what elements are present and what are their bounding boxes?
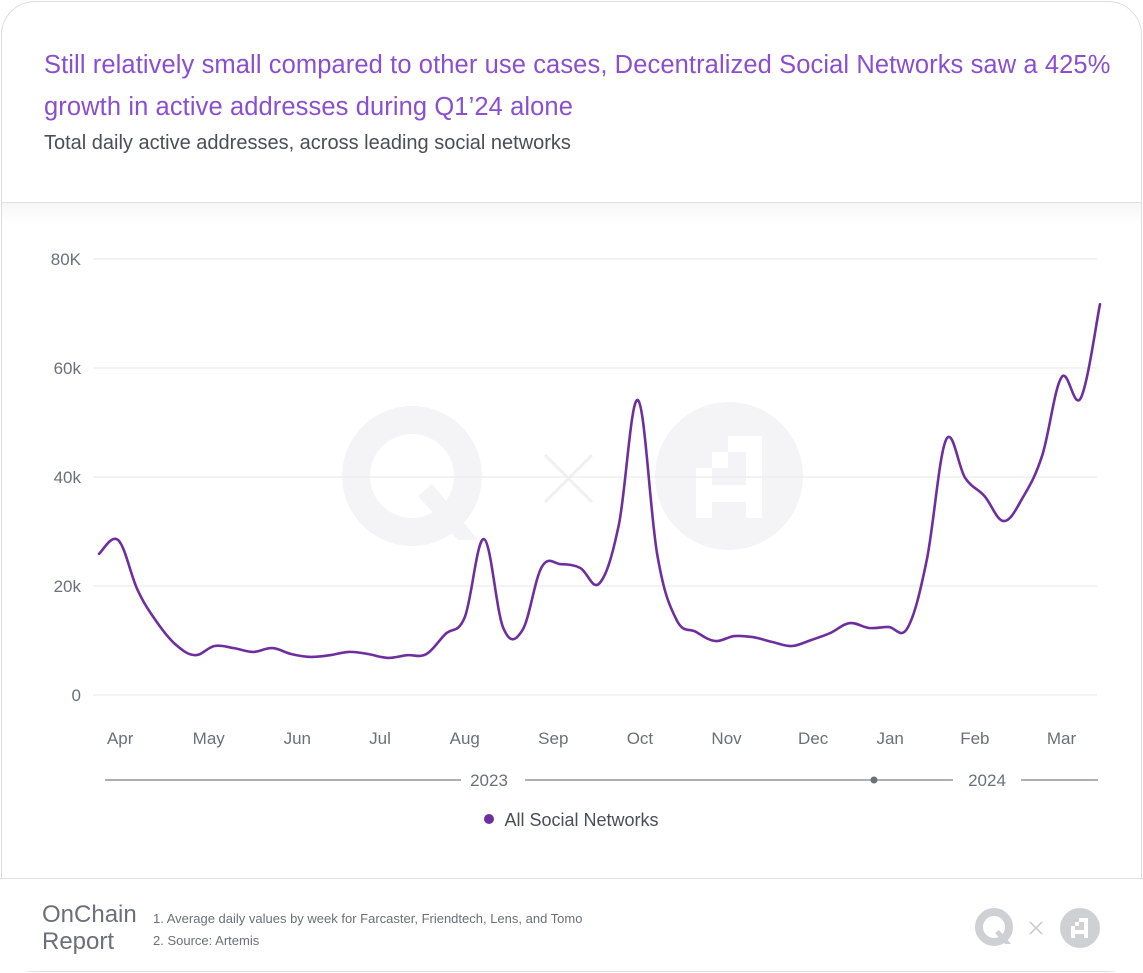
data-point[interactable] (767, 636, 779, 648)
data-point[interactable] (266, 642, 278, 654)
data-point[interactable] (805, 634, 817, 646)
data-point[interactable] (132, 584, 144, 596)
y-axis: 0 20k 40k 60k 80K (51, 250, 82, 705)
data-point[interactable] (651, 549, 663, 561)
data-point[interactable] (497, 622, 509, 634)
legend-label: All Social Networks (504, 810, 659, 830)
y-tick-label: 60k (54, 359, 82, 378)
y-tick-label: 20k (54, 577, 82, 596)
data-point[interactable] (844, 617, 856, 629)
data-point[interactable] (1036, 449, 1048, 461)
data-point[interactable] (382, 652, 394, 664)
data-point[interactable] (209, 640, 221, 652)
data-point[interactable] (93, 548, 105, 560)
footnotes: 1. Average daily values by week for Farc… (153, 908, 582, 952)
footer-logos (975, 908, 1100, 948)
series-line[interactable] (97, 302, 1102, 660)
x-tick-label: Oct (627, 729, 654, 748)
x-tick-label: Jul (369, 729, 391, 748)
brand-line-2: Report (42, 928, 115, 955)
data-point[interactable] (151, 616, 163, 628)
data-point[interactable] (1017, 491, 1029, 503)
x-tick-label: Jun (284, 729, 311, 748)
data-point[interactable] (786, 640, 798, 652)
data-point[interactable] (343, 646, 355, 658)
x-tick-label: Mar (1047, 729, 1077, 748)
year-boundary-marker (870, 776, 878, 784)
data-point[interactable] (1075, 392, 1087, 404)
data-point[interactable] (228, 642, 240, 654)
x-tick-label: Aug (450, 729, 480, 748)
data-point[interactable] (940, 434, 952, 446)
x-tick-label: Sep (538, 729, 568, 748)
x-axis: Apr May Jun Jul Aug Sep Oct Nov Dec Jan Feb Mar (107, 729, 1077, 748)
q-logo-icon (975, 908, 1013, 946)
footnote-1: 1. Average daily values by week for Farc… (153, 911, 583, 926)
x-tick-label: May (193, 729, 226, 748)
footer: OnChain Report 1. Average daily values b… (0, 878, 1143, 971)
x-tick-label: Nov (711, 729, 742, 748)
data-point[interactable] (1056, 371, 1068, 383)
data-point[interactable] (305, 651, 317, 663)
watermark-artemis-logo-icon (655, 402, 803, 550)
year-label: 2024 (968, 771, 1006, 790)
data-point[interactable] (882, 621, 894, 633)
data-point[interactable] (170, 639, 182, 651)
watermark (342, 402, 803, 550)
data-point[interactable] (363, 648, 375, 660)
watermark-times-icon (543, 453, 594, 504)
year-label: 2023 (470, 771, 508, 790)
data-point[interactable] (863, 622, 875, 634)
grid-lines (93, 258, 1097, 696)
data-point[interactable] (902, 622, 914, 634)
year-timeline: 2023 2024 (105, 771, 1098, 790)
x-tick-label: Jan (876, 729, 903, 748)
data-point[interactable] (748, 631, 760, 643)
legend-marker (484, 814, 495, 825)
data-point[interactable] (536, 561, 548, 573)
brand-logo: OnChain Report (42, 901, 137, 955)
data-point[interactable] (921, 554, 933, 566)
data-point[interactable] (286, 648, 298, 660)
data-point[interactable] (728, 630, 740, 642)
series-group (93, 298, 1106, 664)
data-point[interactable] (247, 646, 259, 658)
x-tick-label: Apr (107, 729, 134, 748)
data-point[interactable] (709, 635, 721, 647)
y-tick-label: 40k (54, 468, 82, 487)
data-point[interactable] (594, 577, 606, 589)
brand-line-1: OnChain (42, 901, 137, 928)
data-point[interactable] (478, 533, 490, 545)
data-point[interactable] (998, 515, 1010, 527)
watermark-q-logo-icon (342, 406, 482, 546)
data-point[interactable] (555, 558, 567, 570)
data-point[interactable] (979, 490, 991, 502)
data-point[interactable] (959, 472, 971, 484)
data-point[interactable] (112, 534, 124, 546)
x-tick-label: Dec (798, 729, 829, 748)
y-tick-label: 80K (51, 250, 82, 269)
data-point[interactable] (517, 624, 529, 636)
data-point[interactable] (632, 394, 644, 406)
x-tick-label: Feb (960, 729, 989, 748)
data-point[interactable] (825, 627, 837, 639)
legend[interactable]: All Social Networks (0, 810, 1143, 831)
footnote-2: 2. Source: Artemis (153, 933, 260, 948)
times-icon (1029, 921, 1043, 935)
data-point[interactable] (440, 628, 452, 640)
data-point[interactable] (1094, 298, 1106, 310)
data-point[interactable] (459, 611, 471, 623)
y-tick-label: 0 (72, 686, 81, 705)
data-point[interactable] (189, 649, 201, 661)
artemis-logo-icon (1060, 908, 1100, 948)
data-point[interactable] (671, 614, 683, 626)
data-point[interactable] (690, 626, 702, 638)
data-point[interactable] (324, 649, 336, 661)
data-point[interactable] (574, 562, 586, 574)
data-point[interactable] (420, 648, 432, 660)
data-point[interactable] (401, 649, 413, 661)
data-point[interactable] (613, 519, 625, 531)
